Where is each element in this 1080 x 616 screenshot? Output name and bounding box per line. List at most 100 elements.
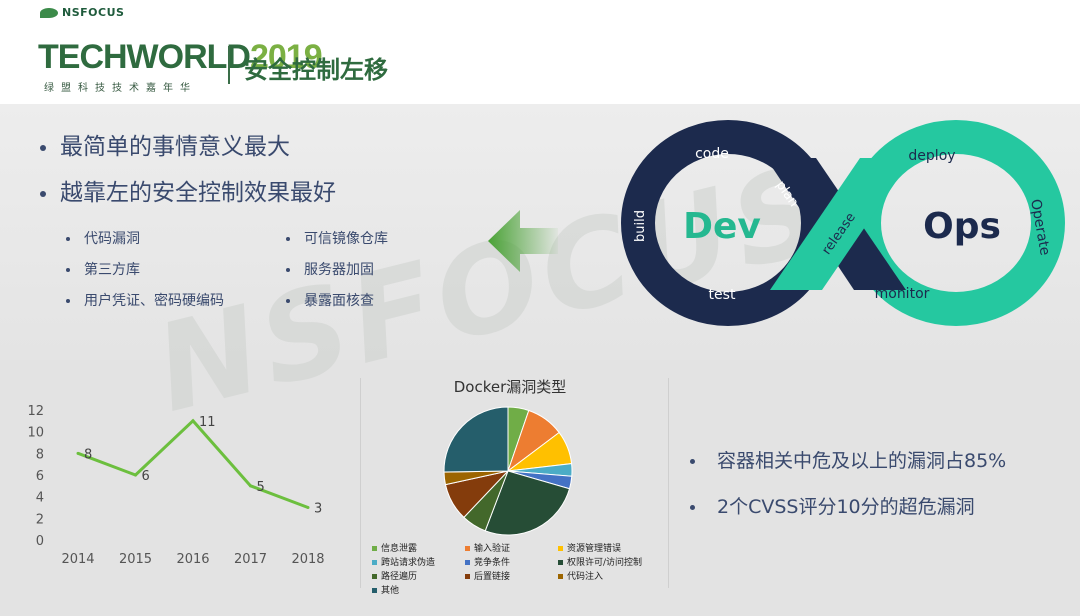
legend-swatch — [372, 574, 377, 579]
legend-label: 资源管理错误 — [567, 544, 622, 554]
sub-bullet: 用户凭证、密码硬编码 — [66, 290, 224, 310]
legend-label: 其他 — [381, 586, 400, 596]
line-point — [306, 506, 310, 509]
header: NSFOCUS TECHWORLD2019 绿盟科技技术嘉年华 安全控制左移 — [0, 0, 1080, 104]
y-tick-label: 4 — [36, 491, 44, 506]
legend-swatch — [465, 574, 470, 579]
y-tick-label: 0 — [36, 534, 44, 549]
bullet-dot-icon — [690, 505, 695, 510]
test-label: test — [709, 287, 736, 303]
title-divider — [228, 46, 230, 84]
deploy-label: deploy — [908, 148, 955, 164]
y-tick-label: 2 — [36, 512, 44, 527]
devops-infinity-diagram: Dev Ops code plan build test release dep… — [621, 120, 1065, 326]
bullet-item: 越靠左的安全控制效果最好 — [40, 174, 336, 220]
main-bullets: 最简单的事情意义最大 越靠左的安全控制效果最好 — [40, 128, 336, 220]
stat-text: 2个CVSS评分10分的超危漏洞 — [717, 496, 975, 518]
brand-subtitle: 绿盟科技技术嘉年华 — [44, 83, 197, 94]
legend-item: 跨站请求伪造 — [372, 555, 435, 568]
sub-bullet: 暴露面核查 — [286, 290, 374, 310]
page-title: 安全控制左移 — [244, 56, 388, 84]
bullet-text: 越靠左的安全控制效果最好 — [60, 180, 336, 206]
stat-bullet: 容器相关中危及以上的漏洞占85% — [690, 442, 1006, 488]
stat-text: 容器相关中危及以上的漏洞占85% — [717, 450, 1007, 472]
line-chart: 0 2 4 6 8 10 12 2014 2015 2016 2017 2018 8 6 11 5 3 — [27, 404, 324, 567]
legend-item: 资源管理错误 — [558, 541, 621, 554]
legend-label: 代码注入 — [567, 572, 604, 582]
line-point — [134, 473, 137, 477]
legend-item: 信息泄露 — [372, 541, 417, 554]
legend-label: 路径遍历 — [381, 572, 418, 582]
legend-item: 输入验证 — [465, 541, 510, 554]
bullet-text: 最简单的事情意义最大 — [60, 134, 290, 160]
legend-item: 权限许可/访问控制 — [558, 555, 642, 568]
legend-item: 竞争条件 — [465, 555, 510, 568]
legend-swatch — [372, 560, 377, 565]
brand-small-text: NSFOCUS — [62, 6, 125, 19]
stat-bullets: 容器相关中危及以上的漏洞占85% 2个CVSS评分10分的超危漏洞 — [690, 442, 1006, 534]
sub-bullet-text: 第三方库 — [84, 262, 140, 278]
pie-slice — [443, 406, 509, 473]
legend-swatch — [558, 560, 563, 565]
legend-item: 路径遍历 — [372, 569, 417, 582]
ops-label: Ops — [923, 206, 1001, 247]
sub-dot-icon — [286, 299, 290, 303]
sub-bullet-text: 可信镜像仓库 — [304, 231, 388, 247]
legend-label: 跨站请求伪造 — [381, 558, 436, 568]
build-label: build — [633, 210, 648, 242]
bullet-item: 最简单的事情意义最大 — [40, 128, 336, 174]
chart-divider — [668, 378, 669, 588]
x-tick-label: 2018 — [291, 552, 324, 567]
legend-swatch — [558, 574, 563, 579]
x-tick-label: 2015 — [119, 552, 152, 567]
line-point — [76, 451, 80, 455]
y-tick-label: 6 — [36, 469, 44, 484]
y-tick-label: 10 — [27, 426, 44, 441]
legend-label: 信息泄露 — [381, 544, 418, 554]
legend-swatch — [465, 560, 470, 565]
sub-bullet: 服务器加固 — [286, 259, 374, 279]
brand-tech-text: TECHWORLD — [38, 38, 251, 76]
legend-swatch — [558, 546, 563, 551]
bullet-dot-icon — [690, 459, 695, 464]
code-label: code — [695, 146, 729, 162]
sub-dot-icon — [66, 299, 70, 303]
legend-label: 后置链接 — [474, 572, 511, 582]
sub-bullet: 代码漏洞 — [66, 228, 140, 248]
sub-bullet-text: 暴露面核查 — [304, 293, 374, 309]
monitor-label: monitor — [875, 286, 930, 302]
y-tick-label: 8 — [36, 447, 44, 462]
leaf-icon — [40, 8, 58, 18]
sub-dot-icon — [66, 237, 70, 241]
stat-bullet: 2个CVSS评分10分的超危漏洞 — [690, 488, 1006, 534]
data-label: 11 — [199, 415, 216, 430]
bullet-dot-icon — [40, 190, 46, 197]
x-tick-label: 2016 — [176, 552, 209, 567]
legend-label: 输入验证 — [474, 544, 511, 554]
data-label: 3 — [314, 502, 322, 517]
sub-bullet-text: 服务器加固 — [304, 262, 374, 278]
sub-bullet: 可信镜像仓库 — [286, 228, 388, 248]
legend-swatch — [372, 546, 377, 551]
dev-label: Dev — [683, 206, 761, 247]
legend-swatch — [372, 588, 377, 593]
data-label: 5 — [257, 480, 265, 495]
legend-item: 其他 — [372, 583, 399, 596]
sub-dot-icon — [286, 268, 290, 272]
legend-swatch — [465, 546, 470, 551]
sub-dot-icon — [66, 268, 70, 272]
pie-chart-title: Docker漏洞类型 — [453, 378, 567, 396]
legend-item: 代码注入 — [558, 569, 603, 582]
pie-chart — [443, 406, 573, 536]
line-point — [191, 419, 195, 423]
legend-item: 后置链接 — [465, 569, 510, 582]
data-label: 8 — [84, 447, 92, 462]
line-series — [77, 418, 309, 509]
y-tick-label: 12 — [27, 404, 44, 419]
legend-label: 权限许可/访问控制 — [567, 558, 643, 568]
bullet-dot-icon — [40, 144, 46, 151]
left-arrow-icon — [488, 210, 558, 272]
x-tick-label: 2017 — [234, 552, 267, 567]
sub-dot-icon — [286, 237, 290, 241]
sub-bullet-text: 代码漏洞 — [84, 231, 140, 247]
